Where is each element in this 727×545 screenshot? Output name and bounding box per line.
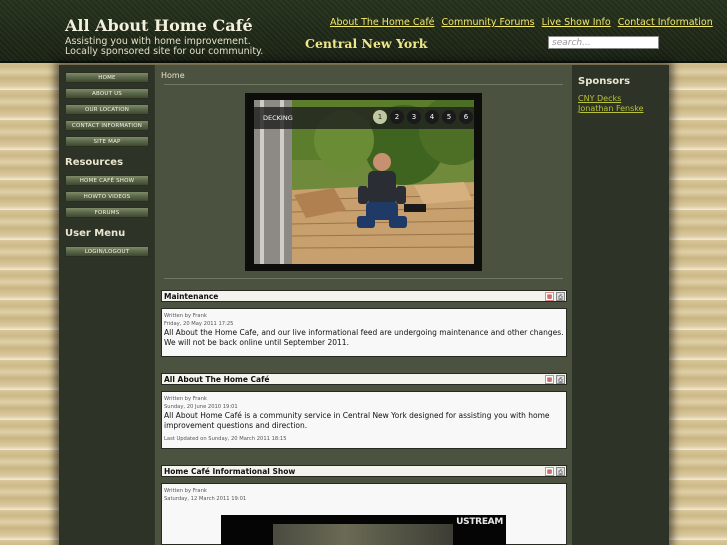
slide-dot-5[interactable]: 5 [442, 110, 456, 124]
article-title-bar: All About The Home Café ▩ ⎙ [161, 373, 567, 385]
pdf-icon[interactable]: ▩ [545, 375, 554, 384]
nav-contact-information[interactable]: Contact Information [618, 17, 713, 28]
right-sidebar [572, 65, 669, 545]
video-frame [273, 524, 453, 545]
menu-item-howto-videos[interactable]: HOWTO VIDEOS [65, 191, 149, 202]
article-title-bar: Maintenance ▩ ⎙ [161, 290, 567, 302]
print-icon[interactable]: ⎙ [556, 292, 565, 301]
divider [164, 278, 563, 279]
menu-item-home-cafe-show[interactable]: HOME CAFÉ SHOW [65, 175, 149, 186]
tagline-line-2: Locally sponsored site for our community… [65, 46, 264, 57]
article-date: Sunday, 20 June 2010 19:01 [164, 404, 238, 410]
search-input[interactable] [548, 36, 659, 49]
article-title-bar: Home Café Informational Show ▩ ⎙ [161, 465, 567, 477]
pdf-icon[interactable]: ▩ [545, 467, 554, 476]
article-last-updated: Last Updated on Sunday, 20 March 2011 18… [164, 436, 287, 442]
slide-dot-2[interactable]: 2 [390, 110, 404, 124]
article-date: Friday, 20 May 2011 17:25 [164, 321, 234, 327]
sponsors-heading: Sponsors [578, 76, 631, 87]
article-title[interactable]: Home Café Informational Show [164, 466, 295, 477]
article-body: Written by Frank Sunday, 20 June 2010 19… [161, 391, 567, 449]
article-text: All About Home Café is a community servi… [164, 411, 550, 430]
slide-dot-4[interactable]: 4 [425, 110, 439, 124]
article-author: Written by Frank [164, 396, 207, 402]
resources-heading: Resources [65, 157, 124, 168]
slide-dot-6[interactable]: 6 [459, 110, 473, 124]
nav-community-forums[interactable]: Community Forums [442, 17, 535, 28]
pdf-icon[interactable]: ▩ [545, 292, 554, 301]
nav-live-show-info[interactable]: Live Show Info [542, 17, 611, 28]
sponsor-link-cny-decks[interactable]: CNY Decks [578, 94, 621, 103]
slide-dot-1[interactable]: 1 [373, 110, 387, 124]
menu-item-forums[interactable]: FORUMS [65, 207, 149, 218]
menu-item-site-map[interactable]: SITE MAP [65, 136, 149, 147]
ustream-logo: USTREAM [456, 517, 503, 527]
article-title[interactable]: All About The Home Café [164, 374, 269, 385]
article-author: Written by Frank [164, 313, 207, 319]
video-player[interactable]: USTREAM [221, 515, 506, 545]
divider [164, 84, 563, 85]
nav-about-home-cafe[interactable]: About The Home Café [330, 17, 435, 28]
menu-item-our-location[interactable]: OUR LOCATION [65, 104, 149, 115]
print-icon[interactable]: ⎙ [556, 375, 565, 384]
sponsor-link-jonathan-fenske[interactable]: Jonathan Fenske [578, 104, 644, 113]
article-date: Saturday, 12 March 2011 19:01 [164, 496, 247, 502]
slide-dot-3[interactable]: 3 [407, 110, 421, 124]
user-menu-heading: User Menu [65, 228, 126, 239]
top-nav: About The Home Café Community Forums Liv… [330, 17, 717, 28]
menu-item-login-logout[interactable]: LOGIN/LOGOUT [65, 246, 149, 257]
site-header: All About Home Café Assisting you with h… [0, 0, 727, 63]
article-author: Written by Frank [164, 488, 207, 494]
article-text: All About the Home Cafe, and our live in… [164, 328, 564, 347]
menu-item-about-us[interactable]: ABOUT US [65, 88, 149, 99]
article-title[interactable]: Maintenance [164, 291, 218, 302]
print-icon[interactable]: ⎙ [556, 467, 565, 476]
menu-item-contact-information[interactable]: CONTACT INFORMATION [65, 120, 149, 131]
region-title: Central New York [305, 36, 428, 51]
article-body: Written by Frank Friday, 20 May 2011 17:… [161, 308, 567, 357]
slideshow-label: DECKING [263, 114, 293, 122]
menu-item-home[interactable]: HOME [65, 72, 149, 83]
breadcrumb[interactable]: Home [161, 71, 185, 80]
site-title[interactable]: All About Home Café [65, 16, 253, 35]
